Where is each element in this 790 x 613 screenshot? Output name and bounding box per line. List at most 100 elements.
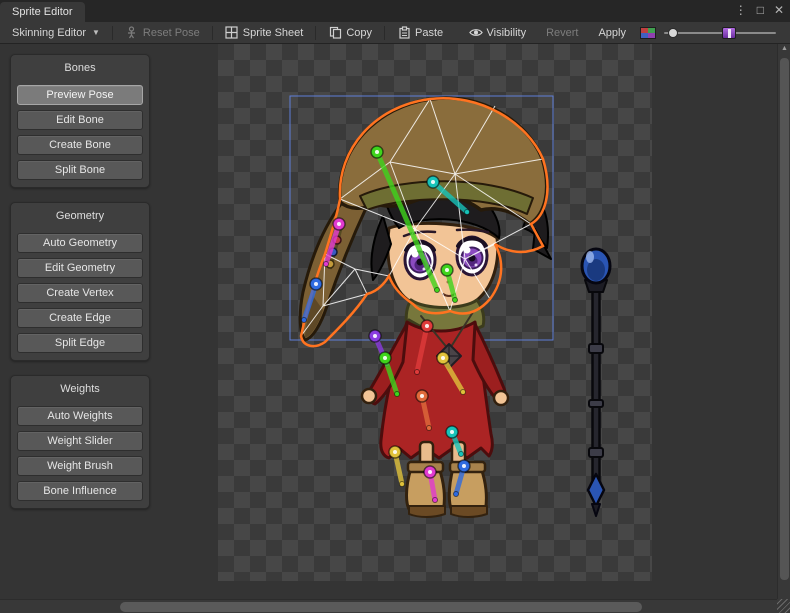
panel-bones-title: Bones bbox=[17, 60, 143, 80]
bone-joint-center bbox=[441, 356, 445, 360]
reset-pose-label: Reset Pose bbox=[143, 27, 200, 39]
panel-geometry: Geometry Auto Geometry Edit Geometry Cre… bbox=[10, 202, 150, 361]
title-bar: Sprite Editor ⋮ □ ✕ bbox=[0, 0, 790, 22]
staff-sprite bbox=[582, 249, 610, 516]
horizontal-scrollbar[interactable] bbox=[0, 599, 777, 613]
bone-joint-center bbox=[373, 334, 377, 338]
zoom-slider[interactable] bbox=[664, 26, 776, 40]
split-bone-button[interactable]: Split Bone bbox=[17, 160, 143, 180]
revert-label: Revert bbox=[546, 27, 578, 39]
tool-panels: Bones Preview Pose Edit Bone Create Bone… bbox=[10, 54, 150, 523]
bone-tip[interactable] bbox=[395, 392, 400, 397]
tab-title: Sprite Editor bbox=[12, 6, 73, 18]
bone-tip[interactable] bbox=[433, 498, 438, 503]
weight-brush-button[interactable]: Weight Brush bbox=[17, 456, 143, 476]
copy-button[interactable]: Copy bbox=[322, 24, 378, 41]
bone-tip[interactable] bbox=[459, 452, 464, 457]
panel-weights: Weights Auto Weights Weight Slider Weigh… bbox=[10, 375, 150, 509]
edit-bone-button[interactable]: Edit Bone bbox=[17, 110, 143, 130]
auto-weights-button[interactable]: Auto Weights bbox=[17, 406, 143, 426]
copy-icon bbox=[328, 26, 342, 39]
swatch-blue bbox=[641, 33, 648, 38]
toolbar-right-group: Visibility Revert Apply bbox=[463, 24, 784, 41]
toolbar: Skinning Editor ▼ Reset Pose Sprite Shee… bbox=[0, 22, 790, 44]
toolbar-separator bbox=[112, 26, 113, 40]
visibility-label: Visibility bbox=[487, 27, 527, 39]
sprite-sheet-icon bbox=[225, 26, 239, 39]
bone-tip[interactable] bbox=[400, 482, 405, 487]
bone-tip[interactable] bbox=[454, 492, 459, 497]
bone-influence-button[interactable]: Bone Influence bbox=[17, 481, 143, 501]
bone-tip[interactable] bbox=[461, 390, 466, 395]
canvas-area[interactable]: Bones Preview Pose Edit Bone Create Bone… bbox=[0, 44, 790, 599]
vertical-scrollbar[interactable]: ▲ bbox=[777, 44, 790, 599]
window-controls: ⋮ □ ✕ bbox=[735, 3, 784, 17]
bone-tip[interactable] bbox=[453, 298, 458, 303]
sprite-sheet-label: Sprite Sheet bbox=[243, 27, 304, 39]
create-bone-button[interactable]: Create Bone bbox=[17, 135, 143, 155]
sprite-sheet-button[interactable]: Sprite Sheet bbox=[219, 24, 310, 41]
bone-tip[interactable] bbox=[302, 318, 307, 323]
sprite-editor-window: Sprite Editor ⋮ □ ✕ Skinning Editor ▼ Re… bbox=[0, 0, 790, 613]
maximize-icon[interactable]: □ bbox=[757, 3, 764, 17]
bone-joint-center bbox=[314, 282, 318, 286]
sprite-canvas-svg[interactable] bbox=[155, 44, 777, 599]
bone-joint-center bbox=[428, 470, 432, 474]
bone-tip[interactable] bbox=[435, 288, 440, 293]
copy-label: Copy bbox=[346, 27, 372, 39]
panel-weights-title: Weights bbox=[17, 381, 143, 401]
bone-joint-center bbox=[337, 222, 341, 226]
toolbar-separator bbox=[315, 26, 316, 40]
horizontal-scrollbar-thumb[interactable] bbox=[120, 602, 642, 612]
preview-pose-button[interactable]: Preview Pose bbox=[17, 85, 143, 105]
bone-tip[interactable] bbox=[427, 426, 432, 431]
edit-geometry-button[interactable]: Edit Geometry bbox=[17, 258, 143, 278]
visibility-button[interactable]: Visibility bbox=[463, 24, 533, 41]
panel-bones: Bones Preview Pose Edit Bone Create Bone… bbox=[10, 54, 150, 188]
reset-pose-icon bbox=[125, 26, 139, 39]
visibility-eye-icon bbox=[469, 26, 483, 39]
swatch-purple bbox=[648, 33, 655, 38]
bone-joint-center bbox=[462, 464, 466, 468]
bone-tip[interactable] bbox=[415, 370, 420, 375]
paste-icon bbox=[397, 26, 411, 39]
create-edge-button[interactable]: Create Edge bbox=[17, 308, 143, 328]
scroll-up-arrow-icon[interactable]: ▲ bbox=[778, 45, 790, 52]
auto-geometry-button[interactable]: Auto Geometry bbox=[17, 233, 143, 253]
mode-dropdown-label: Skinning Editor bbox=[12, 27, 86, 39]
close-icon[interactable]: ✕ bbox=[774, 3, 784, 17]
bone-tip[interactable] bbox=[324, 262, 329, 267]
bone-joint-center bbox=[375, 150, 379, 154]
character-sprite bbox=[300, 98, 551, 517]
paste-button[interactable]: Paste bbox=[391, 24, 449, 41]
vertical-scrollbar-thumb[interactable] bbox=[780, 58, 789, 580]
zoom-slider-handle[interactable] bbox=[668, 28, 678, 38]
create-vertex-button[interactable]: Create Vertex bbox=[17, 283, 143, 303]
bone-joint-center bbox=[420, 394, 424, 398]
paste-label: Paste bbox=[415, 27, 443, 39]
color-swatch-icon[interactable] bbox=[640, 27, 656, 39]
bone-tip[interactable] bbox=[465, 210, 470, 215]
bone-opacity-handle[interactable] bbox=[728, 29, 731, 38]
reset-pose-button[interactable]: Reset Pose bbox=[119, 24, 206, 41]
apply-button[interactable]: Apply bbox=[592, 25, 632, 41]
mode-dropdown[interactable]: Skinning Editor ▼ bbox=[6, 25, 106, 41]
bone-joint-center bbox=[431, 180, 435, 184]
weight-slider-button[interactable]: Weight Slider bbox=[17, 431, 143, 451]
bone-joint-center bbox=[450, 430, 454, 434]
bone-opacity-slider[interactable] bbox=[722, 27, 736, 39]
toolbar-separator bbox=[384, 26, 385, 40]
bone-joint-center bbox=[425, 324, 429, 328]
chevron-down-icon: ▼ bbox=[92, 28, 100, 37]
revert-button[interactable]: Revert bbox=[540, 25, 584, 41]
panel-geometry-title: Geometry bbox=[17, 208, 143, 228]
bone-joint-center bbox=[383, 356, 387, 360]
toolbar-separator bbox=[212, 26, 213, 40]
bone-joint-center bbox=[393, 450, 397, 454]
zoom-slider-track[interactable] bbox=[664, 32, 776, 34]
tab-sprite-editor[interactable]: Sprite Editor bbox=[0, 2, 85, 22]
resize-grip[interactable] bbox=[777, 599, 790, 613]
split-edge-button[interactable]: Split Edge bbox=[17, 333, 143, 353]
bone-joint-center bbox=[445, 268, 449, 272]
window-menu-icon[interactable]: ⋮ bbox=[735, 3, 747, 17]
